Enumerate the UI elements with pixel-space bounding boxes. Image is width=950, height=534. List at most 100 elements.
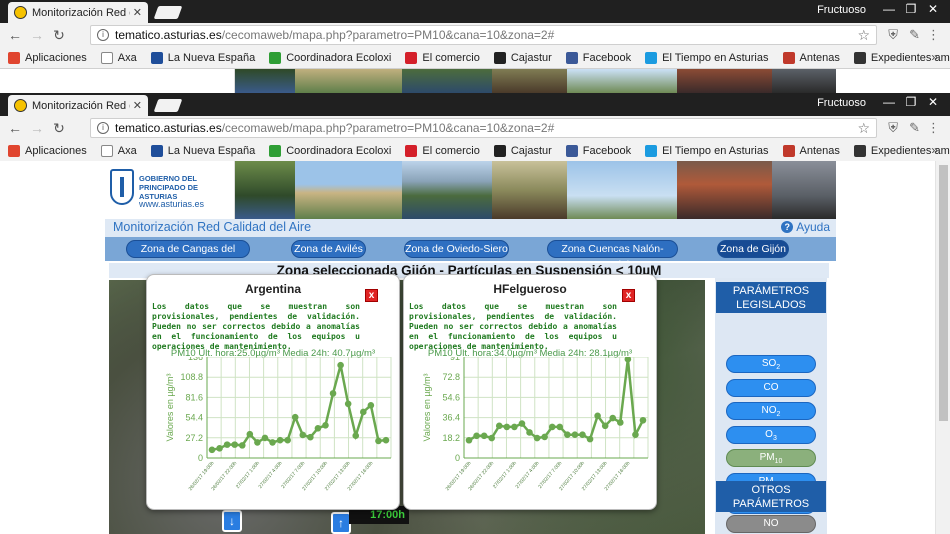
data-point bbox=[511, 423, 518, 431]
zone-button-oviedo[interactable]: Zona de Oviedo-Siero bbox=[404, 240, 509, 258]
bookmarks-overflow-icon[interactable]: » bbox=[931, 143, 938, 157]
facebook-icon bbox=[565, 144, 578, 157]
zone-nav: Zona de Cangas del Narcea Zona de Avilés… bbox=[105, 237, 836, 271]
bookmark-item[interactable]: Cajastur bbox=[493, 144, 552, 157]
close-icon[interactable]: x bbox=[622, 289, 635, 302]
bookmark-item[interactable]: Facebook bbox=[565, 144, 631, 157]
weather-icon bbox=[645, 51, 658, 64]
pen-icon[interactable]: ✎ bbox=[909, 27, 920, 43]
y-tick-label: 0 bbox=[455, 453, 460, 463]
banner-photo bbox=[235, 69, 295, 93]
title-bar: Monitorización Red de C ✕ Fructuoso — ❐ … bbox=[0, 93, 950, 116]
browser-tab[interactable]: Monitorización Red de C ✕ bbox=[8, 2, 148, 23]
leaf-icon bbox=[269, 51, 282, 64]
station-marker-icon[interactable]: ↑ bbox=[331, 512, 351, 534]
bookmark-item[interactable]: Aplicaciones bbox=[8, 144, 87, 157]
minimize-icon[interactable]: — bbox=[878, 95, 900, 109]
vertical-scrollbar[interactable] bbox=[935, 161, 950, 534]
tab-close-icon[interactable]: ✕ bbox=[133, 99, 142, 112]
param-button[interactable]: O3 bbox=[726, 425, 816, 444]
forward-icon[interactable]: → bbox=[26, 27, 48, 43]
bookmark-item[interactable]: Coordinadora Ecoloxi bbox=[269, 51, 391, 64]
bookmark-item[interactable]: Axa bbox=[100, 144, 137, 157]
station-marker-icon[interactable]: ↓ bbox=[222, 510, 242, 532]
bookmark-item[interactable]: Facebook bbox=[565, 51, 631, 64]
data-point bbox=[586, 435, 594, 443]
bookmarks-overflow-icon[interactable]: » bbox=[931, 50, 938, 64]
bookmark-item[interactable]: Antenas bbox=[782, 144, 840, 157]
bookmark-item[interactable]: Coordinadora Ecoloxi bbox=[269, 144, 392, 157]
menu-icon[interactable]: ⋮ bbox=[927, 27, 940, 43]
bookmark-item[interactable]: Axa bbox=[100, 51, 137, 64]
reload-icon[interactable]: ↻ bbox=[48, 27, 70, 44]
bookmark-star-icon[interactable]: ☆ bbox=[857, 120, 870, 137]
close-icon[interactable]: x bbox=[365, 289, 378, 302]
zone-button-cuencas[interactable]: Zona Cuencas Nalón-Caudal bbox=[547, 240, 678, 271]
param-button[interactable]: SO2 bbox=[726, 355, 816, 373]
bookmark-item[interactable]: La Nueva España bbox=[150, 51, 255, 64]
param-button[interactable]: PM10 bbox=[726, 449, 816, 467]
close-window-icon[interactable]: ✕ bbox=[922, 95, 944, 109]
help-link[interactable]: ? Ayuda bbox=[781, 220, 830, 234]
globe-icon bbox=[853, 144, 866, 157]
param-button[interactable]: NO bbox=[726, 515, 816, 533]
new-tab-button[interactable] bbox=[153, 99, 183, 112]
reload-icon[interactable]: ↻ bbox=[48, 120, 70, 137]
popup-disclaimer: Los datos que se muestran son provisiona… bbox=[152, 302, 360, 351]
bookmark-item[interactable]: El comercio bbox=[405, 144, 480, 157]
bookmark-item[interactable]: El Tiempo en Asturias bbox=[645, 144, 769, 157]
info-icon[interactable]: i bbox=[97, 29, 109, 41]
bookmark-item[interactable]: Antenas bbox=[782, 51, 840, 64]
close-window-icon[interactable]: ✕ bbox=[922, 2, 944, 16]
other-params-heading: OTROS PARÁMETROS bbox=[716, 481, 826, 512]
weather-icon bbox=[645, 144, 658, 157]
param-subscript: 2 bbox=[776, 411, 781, 418]
pen-icon[interactable]: ✎ bbox=[909, 120, 920, 136]
address-bar[interactable]: i tematico.asturias.es/cecomaweb/mapa.ph… bbox=[90, 25, 877, 45]
profile-name[interactable]: Fructuoso bbox=[817, 97, 866, 109]
data-point bbox=[367, 401, 375, 409]
extension-icon[interactable]: ⛨ bbox=[888, 120, 898, 136]
address-bar[interactable]: i tematico.asturias.es/cecomaweb/mapa.ph… bbox=[90, 118, 877, 138]
pm10-line-chart: 9172.854.636.418.20Valores en µg/m³26/02… bbox=[422, 357, 649, 492]
new-tab-button[interactable] bbox=[153, 6, 183, 19]
bookmark-item[interactable]: El comercio bbox=[405, 51, 480, 64]
param-button[interactable]: CO bbox=[726, 378, 816, 397]
extension-icon[interactable]: ⛨ bbox=[888, 27, 898, 43]
forward-icon[interactable]: → bbox=[26, 120, 48, 136]
bookmark-star-icon[interactable]: ☆ bbox=[857, 27, 870, 44]
bookmark-label: Coordinadora Ecoloxi bbox=[286, 144, 392, 157]
data-point bbox=[269, 439, 276, 446]
asturias-logo[interactable]: GOBIERNO DEL PRINCIPADO DE ASTURIAS www.… bbox=[105, 161, 235, 219]
page-viewport: GOBIERNO DEL PRINCIPADO DE ASTURIAS www.… bbox=[0, 161, 950, 534]
restore-icon[interactable]: ❐ bbox=[900, 95, 922, 109]
data-point bbox=[526, 429, 533, 436]
back-icon[interactable]: ← bbox=[4, 27, 26, 43]
browser-tab[interactable]: Monitorización Red de C ✕ bbox=[8, 95, 148, 116]
bookmark-label: Cajastur bbox=[510, 51, 552, 64]
bookmark-label: Expedientes ambienta bbox=[870, 51, 950, 64]
param-button[interactable]: NO2 bbox=[726, 402, 816, 420]
minimize-icon[interactable]: — bbox=[878, 2, 900, 16]
data-point bbox=[541, 433, 548, 441]
info-icon[interactable]: i bbox=[97, 122, 109, 134]
bookmark-label: El comercio bbox=[422, 51, 480, 64]
tab-close-icon[interactable]: ✕ bbox=[133, 6, 142, 19]
popup-title: HFelgueroso bbox=[493, 282, 567, 296]
y-axis-label: Valores en µg/m³ bbox=[165, 373, 175, 441]
scrollbar-thumb[interactable] bbox=[939, 165, 948, 421]
profile-name[interactable]: Fructuoso bbox=[817, 4, 866, 16]
zone-button-aviles[interactable]: Zona de Avilés bbox=[291, 240, 366, 258]
y-tick-label: 81.6 bbox=[185, 392, 203, 402]
zone-button-gijon[interactable]: Zona de Gijón bbox=[717, 240, 789, 258]
restore-icon[interactable]: ❐ bbox=[900, 2, 922, 16]
bookmark-item[interactable]: Aplicaciones bbox=[8, 51, 87, 64]
bookmark-label: Aplicaciones bbox=[25, 51, 87, 64]
menu-icon[interactable]: ⋮ bbox=[927, 120, 940, 136]
back-icon[interactable]: ← bbox=[4, 120, 26, 136]
bookmark-item[interactable]: El Tiempo en Asturias bbox=[645, 51, 769, 64]
bookmark-item[interactable]: La Nueva España bbox=[150, 144, 255, 157]
browser-window-front: Monitorización Red de C ✕ Fructuoso — ❐ … bbox=[0, 93, 950, 162]
bookmark-item[interactable]: Cajastur bbox=[493, 51, 552, 64]
zone-button-cangas[interactable]: Zona de Cangas del Narcea bbox=[126, 240, 250, 271]
